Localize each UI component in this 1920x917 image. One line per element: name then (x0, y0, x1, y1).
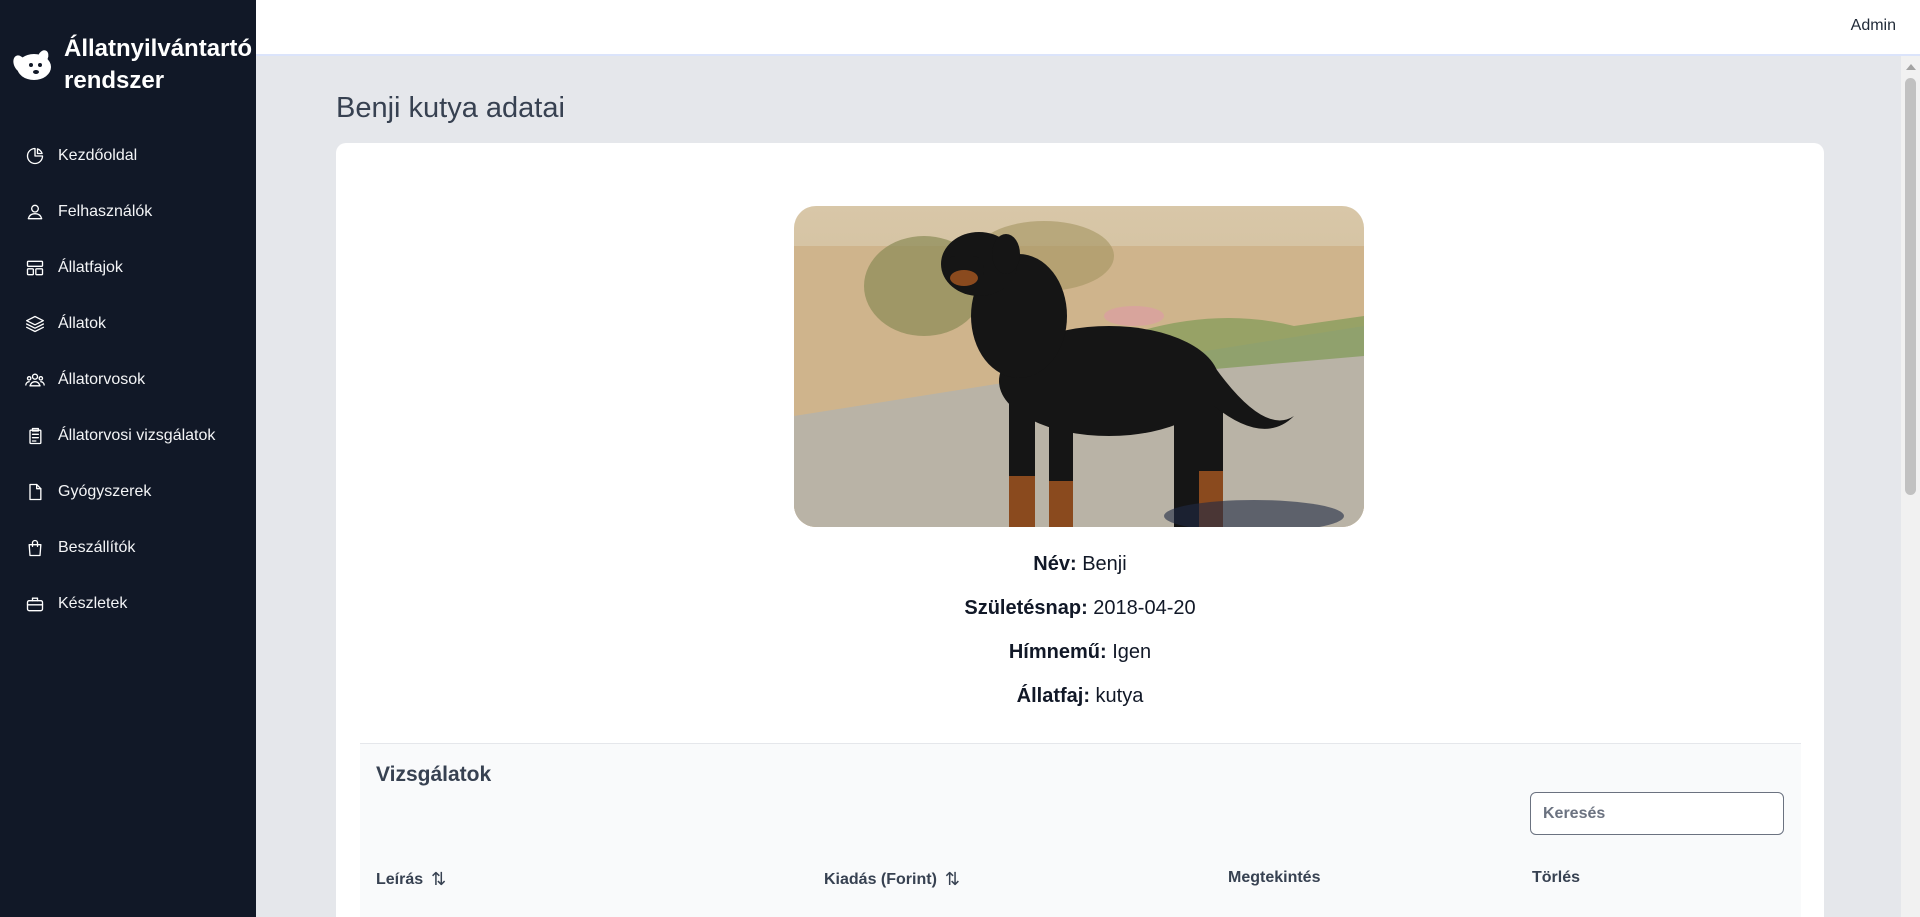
species-value: kutya (1095, 685, 1144, 707)
column-label: Kiadás (Forint) (824, 870, 937, 888)
column-header-leiras[interactable]: Leírás ⇅ (376, 869, 446, 890)
sidebar-item-label: Kezdőoldal (58, 147, 138, 164)
scroll-up-arrow-icon[interactable] (1906, 64, 1916, 70)
scroll-thumb[interactable] (1905, 78, 1916, 495)
clipboard-icon (24, 425, 46, 447)
briefcase-icon (24, 593, 46, 615)
birth-value: 2018-04-20 (1093, 597, 1196, 619)
shopping-bag-icon (24, 537, 46, 559)
main-content: Benji kutya adatai Név: Benji Születésna… (256, 56, 1901, 917)
users-icon (24, 369, 46, 391)
user-icon (24, 201, 46, 223)
brand[interactable]: Állatnyilvántartó rendszer (0, 0, 256, 100)
birth-row: Születésnap: 2018-04-20 (336, 594, 1824, 638)
brand-title-line1: Állatnyilvántartó (64, 35, 253, 62)
file-icon (24, 481, 46, 503)
brand-title-line2: rendszer (64, 67, 165, 94)
sort-icon[interactable]: ⇅ (431, 869, 446, 890)
dog-logo-icon (13, 50, 51, 80)
column-header-kiadas[interactable]: Kiadás (Forint) ⇅ (824, 869, 960, 890)
brand-title: Állatnyilvántartó rendszer (64, 33, 252, 97)
sidebar-item-gyogyszerek[interactable]: Gyógyszerek (0, 464, 256, 520)
layout-icon (24, 257, 46, 279)
layers-icon (24, 313, 46, 335)
sidebar-item-label: Gyógyszerek (58, 483, 152, 500)
page-title: Benji kutya adatai (336, 92, 565, 124)
male-row: Hímnemű: Igen (336, 638, 1824, 682)
name-value: Benji (1082, 553, 1127, 575)
sidebar-item-keszletek[interactable]: Készletek (0, 576, 256, 632)
name-label: Név: (1033, 553, 1077, 575)
user-menu[interactable]: Admin (1851, 17, 1896, 35)
animal-photo (794, 206, 1364, 527)
male-value: Igen (1112, 641, 1152, 663)
column-header-megtekintes: Megtekintés (1228, 869, 1320, 887)
birth-label: Születésnap: (964, 597, 1088, 619)
column-header-torles: Törlés (1532, 869, 1580, 887)
animal-info: Név: Benji Születésnap: 2018-04-20 Hímne… (336, 550, 1824, 726)
sidebar-item-beszallitok[interactable]: Beszállítók (0, 520, 256, 576)
species-label: Állatfaj: (1016, 685, 1090, 707)
sidebar: Állatnyilvántartó rendszer Kezdőoldal Fe… (0, 0, 256, 917)
sidebar-item-allatorvosok[interactable]: Állatorvosok (0, 352, 256, 408)
sidebar-item-label: Állatfajok (58, 259, 123, 276)
sidebar-nav: Kezdőoldal Felhasználók Állatfajok Állat… (0, 128, 256, 632)
sidebar-item-felhasznalok[interactable]: Felhasználók (0, 184, 256, 240)
column-label: Törlés (1532, 869, 1581, 886)
column-label: Megtekintés (1228, 869, 1321, 886)
pie-chart-icon (24, 145, 46, 167)
sidebar-item-allatfajok[interactable]: Állatfajok (0, 240, 256, 296)
scrollbar[interactable] (1901, 56, 1920, 917)
column-label: Leírás (376, 870, 424, 888)
sidebar-item-allatok[interactable]: Állatok (0, 296, 256, 352)
male-label: Hímnemű: (1008, 641, 1107, 663)
sidebar-item-allatorvosi-vizsgalatok[interactable]: Állatorvosi vizsgálatok (0, 408, 256, 464)
sidebar-item-label: Felhasználók (58, 203, 153, 220)
sidebar-item-kezdooldal[interactable]: Kezdőoldal (0, 128, 256, 184)
sort-icon[interactable]: ⇅ (945, 869, 960, 890)
sidebar-item-label: Beszállítók (58, 539, 136, 556)
topbar: Admin (256, 0, 1920, 56)
sidebar-item-label: Állatorvosi vizsgálatok (58, 427, 216, 444)
animal-card: Név: Benji Születésnap: 2018-04-20 Hímne… (336, 143, 1824, 917)
sidebar-item-label: Állatok (58, 315, 107, 332)
search-input[interactable] (1530, 792, 1784, 835)
name-row: Név: Benji (336, 550, 1824, 594)
exams-section: Vizsgálatok Leírás ⇅ Kiadás (Forint) ⇅ M… (360, 743, 1801, 917)
species-row: Állatfaj: kutya (336, 682, 1824, 726)
sidebar-item-label: Készletek (58, 595, 128, 612)
dog-photo-image (794, 206, 1364, 527)
sidebar-item-label: Állatorvosok (58, 371, 146, 388)
exams-title: Vizsgálatok (376, 763, 492, 786)
